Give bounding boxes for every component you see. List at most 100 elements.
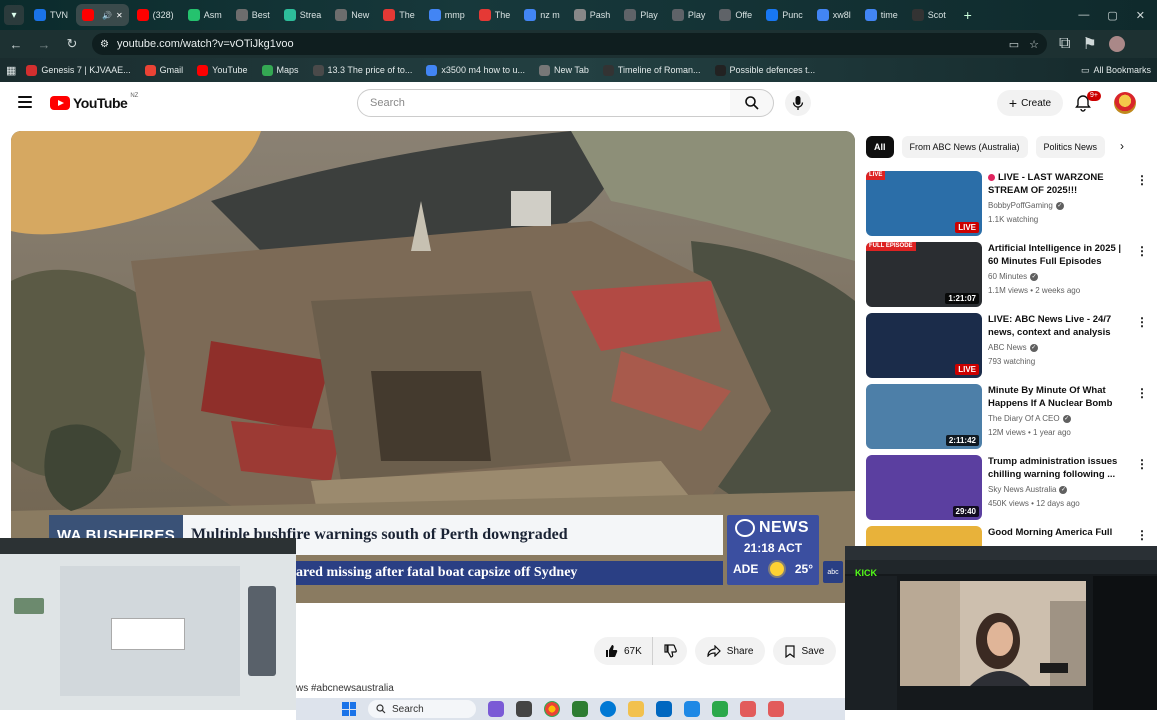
video-title[interactable]: LIVE: ABC News Live - 24/7 news, context… <box>988 313 1122 339</box>
translate-icon[interactable]: ⚑ <box>1082 34 1096 54</box>
app-icon-red[interactable] <box>740 701 756 717</box>
video-player[interactable]: WA BUSHFIRES Multiple bushfire warnings … <box>11 131 855 603</box>
video-title[interactable]: Trump administration issues chilling war… <box>988 455 1122 481</box>
chevron-right-icon[interactable]: › <box>1120 139 1124 153</box>
overlay-window-left[interactable] <box>0 538 296 710</box>
filter-chip[interactable]: Politics News <box>1035 136 1106 158</box>
guide-menu-icon[interactable] <box>18 96 32 108</box>
more-options-icon[interactable]: ⋮ <box>1136 244 1148 258</box>
channel-name[interactable]: The Diary Of A CEO ✓ <box>988 414 1071 423</box>
tab-audio-icon[interactable]: 🔊 <box>102 11 112 20</box>
recommended-video[interactable]: LIVE LIVE LIVE - LAST WARZONE STREAM OF 20… <box>866 171 1152 237</box>
overlay-right-video[interactable] <box>900 581 1086 686</box>
bookmark-star-icon[interactable]: ☆ <box>1029 38 1039 51</box>
reload-icon[interactable]: ↻ <box>64 36 80 52</box>
apps-grid-icon[interactable]: ▦ <box>6 64 16 77</box>
search-button[interactable] <box>730 89 774 117</box>
recommended-video[interactable]: LIVE LIVE: ABC News Live - 24/7 news, con… <box>866 313 1152 379</box>
youtube-logo[interactable]: YouTube NZ <box>50 93 138 111</box>
bookmark-item[interactable]: Genesis 7 | KJVAAE... <box>26 64 131 76</box>
video-thumbnail[interactable]: LIVE <box>866 313 982 378</box>
more-options-icon[interactable]: ⋮ <box>1136 386 1148 400</box>
site-info-icon[interactable]: ⚙ <box>100 39 109 50</box>
filter-chip[interactable]: From ABC News (Australia) <box>901 136 1028 158</box>
filter-chip[interactable]: All <box>866 136 894 158</box>
bookmark-item[interactable]: Gmail <box>144 64 183 76</box>
channel-name[interactable]: ABC News ✓ <box>988 343 1038 352</box>
browser-tab[interactable]: mmp <box>423 4 471 26</box>
like-button[interactable]: 67K <box>594 637 653 665</box>
profile-avatar[interactable] <box>1108 36 1125 52</box>
channel-name[interactable]: 60 Minutes ✓ <box>988 272 1039 281</box>
browser-tab[interactable]: New <box>329 4 375 26</box>
close-window-icon[interactable]: ✕ <box>1136 9 1145 22</box>
chrome-app-icon[interactable] <box>544 701 560 717</box>
widgets-icon[interactable] <box>488 701 504 717</box>
task-view-icon[interactable] <box>516 701 532 717</box>
bookmark-item[interactable]: 13.3 The price of to... <box>312 64 412 76</box>
browser-tab[interactable]: Play <box>666 4 712 26</box>
voice-search-button[interactable] <box>785 90 811 116</box>
browser-tab[interactable]: Strea <box>278 4 328 26</box>
create-button[interactable]: + Create <box>997 90 1063 116</box>
browser-tab[interactable]: Offe <box>713 4 758 26</box>
tab-search-menu-icon[interactable]: ▾ <box>4 5 24 25</box>
browser-tab[interactable]: Scot <box>906 4 952 26</box>
recommended-video[interactable]: 29:40 Trump administration issues chillin… <box>866 455 1152 521</box>
browser-tab[interactable]: (328) <box>131 4 180 26</box>
browser-tab[interactable]: Best <box>230 4 276 26</box>
browser-tab[interactable]: Punc <box>760 4 809 26</box>
recommended-video[interactable]: 2:11:42 Minute By Minute Of What Happens … <box>866 384 1152 450</box>
browser-tab[interactable]: Play <box>618 4 664 26</box>
bookmark-item[interactable]: Maps <box>261 64 299 76</box>
overlay-window-right[interactable]: KICK <box>845 546 1157 710</box>
browser-tab[interactable]: nz m <box>518 4 566 26</box>
more-options-icon[interactable]: ⋮ <box>1136 173 1148 187</box>
back-icon[interactable]: ← <box>8 37 24 52</box>
share-button[interactable]: Share <box>694 637 766 665</box>
browser-tab[interactable]: Asm <box>182 4 228 26</box>
bookmark-item[interactable]: Possible defences t... <box>714 64 815 76</box>
save-button[interactable]: Save <box>773 637 837 665</box>
taskbar-search[interactable]: Search <box>368 700 476 718</box>
bookmark-item[interactable]: YouTube <box>197 64 248 76</box>
new-tab-button[interactable]: + <box>958 5 978 25</box>
bookmark-item[interactable]: New Tab <box>538 64 589 76</box>
channel-name[interactable]: BobbyPoffGaming ✓ <box>988 201 1064 210</box>
app-icon-red-2[interactable] <box>768 701 784 717</box>
browser-tab[interactable]: The <box>473 4 517 26</box>
browser-tab[interactable]: The <box>377 4 421 26</box>
browser-tab[interactable]: time <box>859 4 904 26</box>
store-app-icon[interactable] <box>684 701 700 717</box>
channel-name[interactable]: Sky News Australia ✓ <box>988 485 1068 494</box>
browser-tab[interactable]: TVN <box>28 4 74 26</box>
video-title[interactable]: Artificial Intelligence in 2025 | 60 Min… <box>988 242 1122 268</box>
tab-close-icon[interactable]: ✕ <box>116 11 123 20</box>
cast-icon[interactable]: ▭ <box>1009 38 1019 51</box>
more-options-icon[interactable]: ⋮ <box>1136 457 1148 471</box>
app-icon-green[interactable] <box>572 701 588 717</box>
browser-tab[interactable]: 🔊 ✕ <box>76 4 129 26</box>
account-avatar[interactable] <box>1114 92 1136 114</box>
video-thumbnail[interactable]: 2:11:42 <box>866 384 982 449</box>
search-input[interactable]: Search <box>357 89 731 117</box>
dislike-button[interactable] <box>653 637 687 665</box>
video-thumbnail[interactable]: 29:40 <box>866 455 982 520</box>
video-thumbnail[interactable]: FULL EPISODE 1:21:07 <box>866 242 982 307</box>
overlay-left-dialog[interactable] <box>111 618 185 650</box>
browser-tab[interactable]: Pash <box>568 4 617 26</box>
video-title[interactable]: Minute By Minute Of What Happens If A Nu… <box>988 384 1122 410</box>
address-bar[interactable]: ⚙ youtube.com/watch?v=vOTiJkg1voo ▭ ☆ <box>92 33 1047 55</box>
forward-icon[interactable]: → <box>36 37 52 52</box>
windows-start-icon[interactable] <box>342 702 356 716</box>
mail-app-icon[interactable] <box>656 701 672 717</box>
file-explorer-icon[interactable] <box>628 701 644 717</box>
video-hashtags[interactable]: ws #abcnewsaustralia <box>296 683 394 694</box>
video-thumbnail[interactable]: LIVE LIVE <box>866 171 982 236</box>
all-bookmarks-button[interactable]: ▭ All Bookmarks <box>1081 65 1151 76</box>
recommended-video[interactable]: FULL EPISODE 1:21:07 Artificial Intelligen… <box>866 242 1152 308</box>
video-title[interactable]: Good Morning America Full <box>988 526 1122 539</box>
more-options-icon[interactable]: ⋮ <box>1136 315 1148 329</box>
minimize-icon[interactable]: — <box>1078 9 1089 22</box>
edge-app-icon[interactable] <box>600 701 616 717</box>
